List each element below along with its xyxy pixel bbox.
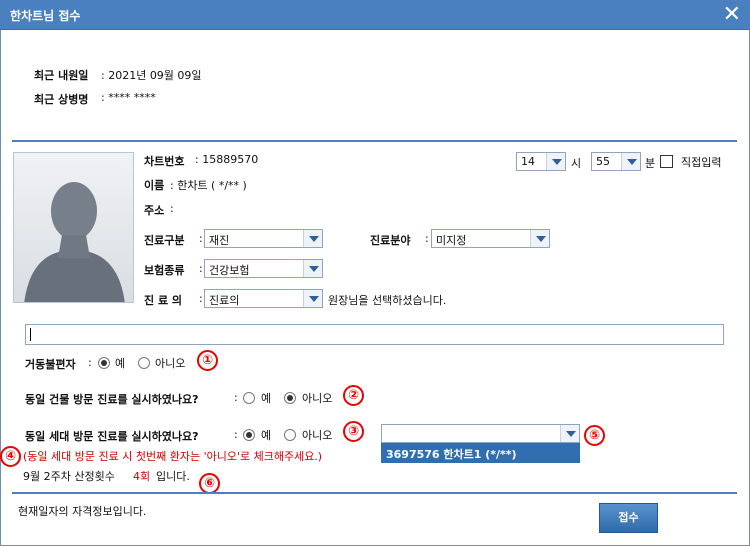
department-label: 진료분야 bbox=[370, 234, 411, 247]
marker-3: ③ bbox=[343, 421, 364, 442]
household-hint: (동일 세대 방문 진료 시 첫번째 환자는 '아니오'로 체크해주세요.) bbox=[23, 450, 323, 463]
household-yes-radio[interactable] bbox=[243, 429, 255, 441]
household-no-label: 아니오 bbox=[302, 429, 333, 442]
doctor-select[interactable]: 진료의 bbox=[204, 289, 323, 308]
marker-4: ④ bbox=[0, 446, 21, 467]
household-no-radio[interactable] bbox=[284, 429, 296, 441]
building-no-radio[interactable] bbox=[284, 392, 296, 404]
marker-5: ⑤ bbox=[584, 425, 605, 446]
marker-1: ① bbox=[197, 350, 218, 371]
household-list-option[interactable]: 3697576 한차트1 (*/**) bbox=[381, 443, 580, 463]
visit-type-value: 재진 bbox=[209, 234, 230, 247]
insurance-select[interactable]: 건강보험 bbox=[204, 259, 323, 278]
manual-input-checkbox[interactable] bbox=[660, 155, 673, 168]
chevron-down-icon bbox=[303, 230, 322, 247]
hour-select[interactable]: 14 bbox=[516, 152, 566, 171]
mobility-no-label: 아니오 bbox=[155, 357, 186, 370]
marker-6: ⑥ bbox=[199, 473, 220, 494]
name-label: 이름 bbox=[144, 179, 165, 192]
submit-button[interactable]: 접수 bbox=[599, 503, 658, 533]
mobility-no-radio[interactable] bbox=[138, 357, 150, 369]
department-value: 미지정 bbox=[436, 234, 467, 247]
bottom-divider bbox=[12, 492, 737, 494]
chevron-down-icon bbox=[303, 290, 322, 307]
chevron-down-icon bbox=[530, 230, 549, 247]
minute-select[interactable]: 55 bbox=[591, 152, 641, 171]
building-yes-label: 예 bbox=[261, 392, 272, 405]
household-patient-select[interactable] bbox=[381, 424, 580, 443]
title-bar: 한차트님 접수 ✕ bbox=[0, 0, 750, 30]
minute-value: 55 bbox=[596, 155, 610, 168]
mobility-yes-radio[interactable] bbox=[98, 357, 110, 369]
department-colon: : bbox=[425, 232, 429, 245]
mobility-label: 거동불편자 bbox=[25, 358, 76, 371]
text-caret bbox=[30, 328, 31, 341]
address-value: : bbox=[170, 202, 174, 215]
close-icon[interactable]: ✕ bbox=[723, 3, 741, 27]
memo-input[interactable] bbox=[25, 324, 724, 345]
minute-unit: 분 bbox=[645, 157, 656, 170]
doctor-label: 진 료 의 bbox=[144, 294, 183, 307]
mobility-yes-label: 예 bbox=[115, 357, 126, 370]
household-yes-label: 예 bbox=[261, 429, 272, 442]
recent-visit-value: : 2021년 09월 09일 bbox=[101, 69, 202, 82]
doctor-colon: : bbox=[199, 292, 203, 305]
chevron-down-icon bbox=[621, 153, 640, 170]
household-question-label: 동일 세대 방문 진료를 실시하였나요? bbox=[25, 430, 199, 443]
hour-value: 14 bbox=[521, 155, 535, 168]
marker-2: ② bbox=[343, 385, 364, 406]
top-divider bbox=[12, 140, 737, 142]
doctor-value: 진료의 bbox=[209, 294, 240, 307]
chevron-down-icon bbox=[303, 260, 322, 277]
chevron-down-icon bbox=[560, 425, 579, 442]
week-text-suffix: 입니다. bbox=[156, 470, 190, 483]
department-select[interactable]: 미지정 bbox=[431, 229, 550, 248]
building-yes-radio[interactable] bbox=[243, 392, 255, 404]
insurance-label: 보험종류 bbox=[144, 264, 185, 277]
chart-number-value: : 15889570 bbox=[195, 153, 259, 166]
address-label: 주소 bbox=[144, 204, 165, 217]
building-no-label: 아니오 bbox=[302, 392, 333, 405]
building-question-label: 동일 건물 방문 진료를 실시하였나요? bbox=[25, 393, 199, 406]
recent-visit-label: 최근 내원일 bbox=[34, 69, 89, 82]
visit-type-label: 진료구분 bbox=[144, 234, 185, 247]
patient-photo bbox=[13, 152, 134, 303]
doctor-note: 원장님을 선택하셨습니다. bbox=[328, 294, 447, 307]
hour-unit: 시 bbox=[571, 157, 582, 170]
chart-number-label: 차트번호 bbox=[144, 155, 185, 168]
manual-input-label: 직접입력 bbox=[681, 156, 722, 169]
window-title: 한차트님 접수 bbox=[10, 9, 81, 23]
insurance-value: 건강보험 bbox=[209, 264, 250, 277]
name-value: : 한차트 ( */** ) bbox=[170, 179, 247, 192]
visit-type-select[interactable]: 재진 bbox=[204, 229, 323, 248]
chevron-down-icon bbox=[546, 153, 565, 170]
recent-disease-label: 최근 상병명 bbox=[34, 93, 89, 106]
mobility-colon: : bbox=[88, 356, 92, 369]
status-message: 현재일자의 자격정보입니다. bbox=[18, 505, 147, 518]
week-text-prefix: 9월 2주차 산정횟수 bbox=[23, 470, 115, 483]
household-colon: : bbox=[234, 428, 238, 441]
household-list-item: 3697576 한차트1 (*/**) bbox=[386, 448, 517, 461]
building-colon: : bbox=[234, 391, 238, 404]
visit-type-colon: : bbox=[199, 232, 203, 245]
insurance-colon: : bbox=[199, 262, 203, 275]
person-avatar-icon bbox=[24, 182, 125, 302]
week-count: 4회 bbox=[133, 470, 151, 483]
recent-disease-value: : **** **** bbox=[101, 91, 156, 104]
